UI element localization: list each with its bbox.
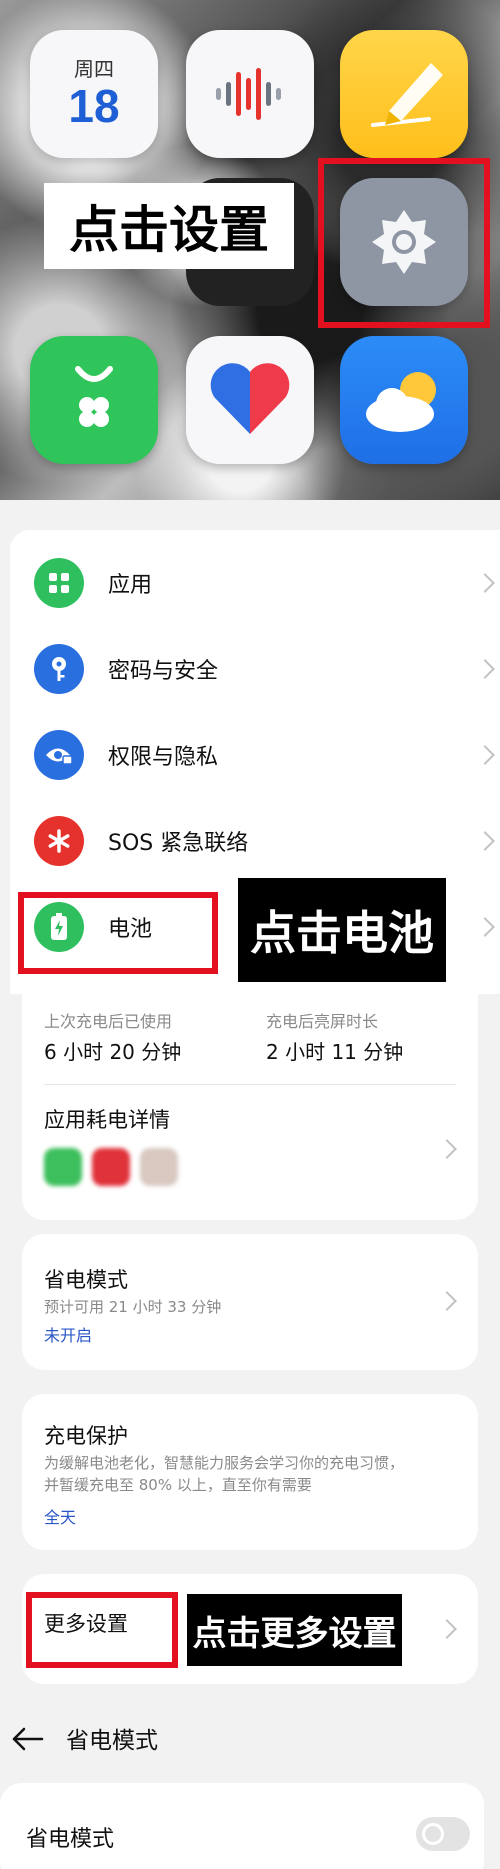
chevron-right-icon <box>475 573 495 593</box>
sun-cloud-icon <box>366 372 436 432</box>
app-usage-row[interactable]: 应用耗电详情 <box>22 1090 478 1210</box>
screen-on-value: 2 小时 11 分钟 <box>266 1040 404 1064</box>
divider <box>44 1084 456 1085</box>
home-screen: 周四 18 点击设置 <box>0 0 500 500</box>
settings-item-password-security[interactable]: 密码与安全 <box>10 626 500 712</box>
settings-highlight-box <box>318 158 490 328</box>
screen-on-label: 充电后亮屏时长 <box>266 1012 379 1031</box>
pencil-icon <box>371 63 443 127</box>
power-saving-toggle[interactable] <box>416 1817 470 1851</box>
power-saving-title: 省电模式 <box>44 1268 128 1292</box>
chevron-right-icon <box>437 1619 457 1639</box>
recorder-app-icon[interactable] <box>186 30 314 158</box>
chevron-right-icon <box>475 745 495 765</box>
blurred-app-icon <box>44 1148 82 1186</box>
health-app-icon[interactable] <box>186 336 314 464</box>
notes-app-icon[interactable] <box>340 30 468 158</box>
charge-protection-status: 全天 <box>44 1508 77 1527</box>
charge-protection-desc-2: 并暂缓充电至 80% 以上，直至你有需要 <box>44 1476 312 1494</box>
callout-tap-settings: 点击设置 <box>44 183 294 269</box>
since-charge-value: 6 小时 20 分钟 <box>44 1040 182 1064</box>
clover-bag-icon <box>75 366 113 427</box>
chevron-right-icon <box>475 659 495 679</box>
chevron-right-icon <box>437 1291 457 1311</box>
power-saving-status: 未开启 <box>44 1326 93 1345</box>
power-saving-estimate: 预计可用 21 小时 33 分钟 <box>44 1298 222 1316</box>
since-charge-label: 上次充电后已使用 <box>44 1012 173 1031</box>
settings-item-label: SOS 紧急联络 <box>108 831 249 856</box>
settings-item-label: 密码与安全 <box>108 659 219 684</box>
power-saving-screen: 省电模式 省电模式 <box>0 1699 500 1869</box>
callout-tap-battery: 点击电池 <box>238 878 446 982</box>
calendar-app-icon[interactable]: 周四 18 <box>30 30 158 158</box>
toggle-knob <box>422 1823 444 1845</box>
chevron-right-icon <box>437 1139 457 1159</box>
page-title: 省电模式 <box>66 1728 158 1754</box>
more-settings-highlight-box <box>26 1592 178 1668</box>
eye-lock-icon <box>34 730 84 780</box>
settings-item-permissions-privacy[interactable]: 权限与隐私 <box>10 712 500 798</box>
weather-app-icon[interactable] <box>340 336 468 464</box>
battery-usage-card: 上次充电后已使用 6 小时 20 分钟 充电后亮屏时长 2 小时 11 分钟 应… <box>22 994 478 1220</box>
chevron-right-icon <box>475 917 495 937</box>
charge-protection-card[interactable]: 充电保护 为缓解电池老化，智慧能力服务会学习你的充电习惯， 并暂缓充电至 80%… <box>22 1394 478 1550</box>
power-saving-toggle-label: 省电模式 <box>26 1827 115 1852</box>
calendar-day: 18 <box>68 80 120 132</box>
sos-asterisk-icon <box>34 816 84 866</box>
callout-tap-more-settings: 点击更多设置 <box>187 1594 402 1666</box>
settings-item-apps[interactable]: 应用 <box>10 540 500 626</box>
waveform-icon <box>216 68 281 120</box>
blurred-app-icon <box>92 1148 130 1186</box>
key-icon <box>34 644 84 694</box>
battery-highlight-box <box>18 892 218 974</box>
blurred-app-icon <box>140 1148 178 1186</box>
charge-protection-desc-1: 为缓解电池老化，智慧能力服务会学习你的充电习惯， <box>44 1454 405 1472</box>
settings-item-label: 应用 <box>108 573 153 598</box>
calendar-weekday: 周四 <box>74 57 114 81</box>
app-usage-title: 应用耗电详情 <box>44 1108 170 1132</box>
app-market-icon[interactable] <box>30 336 158 464</box>
charge-protection-title: 充电保护 <box>44 1424 128 1448</box>
chevron-right-icon <box>475 831 495 851</box>
power-saving-card[interactable]: 省电模式 预计可用 21 小时 33 分钟 未开启 <box>22 1234 478 1370</box>
settings-item-label: 权限与隐私 <box>108 745 219 770</box>
power-saving-toggle-row: 省电模式 <box>0 1783 484 1869</box>
heart-icon <box>210 363 290 434</box>
back-arrow-icon[interactable] <box>12 1727 44 1751</box>
apps-icon <box>34 558 84 608</box>
settings-item-sos[interactable]: SOS 紧急联络 <box>10 798 500 884</box>
